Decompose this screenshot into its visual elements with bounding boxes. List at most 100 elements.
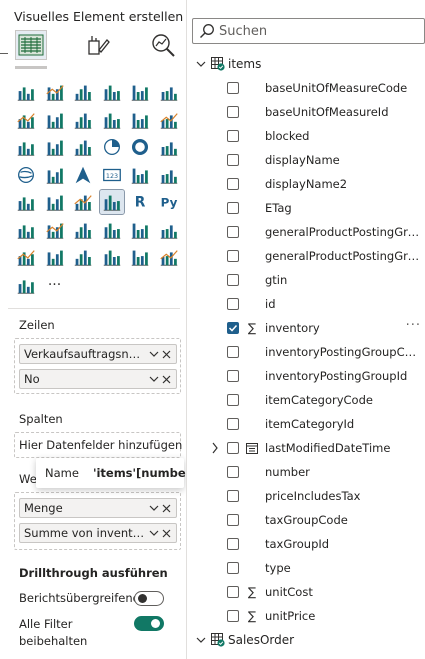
field-checkbox[interactable] [227,418,239,430]
qa-visual-icon[interactable] [71,218,95,242]
field-row[interactable]: id [187,292,425,316]
rows-well[interactable]: Verkaufsauftragsnum... No [14,338,181,394]
stacked-area-chart-icon[interactable] [71,108,95,132]
donut-chart-icon[interactable] [128,135,152,159]
chevron-down-icon[interactable] [147,499,160,517]
field-checkbox[interactable] [227,562,239,574]
field-row[interactable]: ∑ unitCost [187,580,425,604]
field-row[interactable]: gtin [187,268,425,292]
rows-field-pill-1[interactable]: Verkaufsauftragsnum... [19,344,177,364]
chevron-down-icon[interactable] [147,370,160,388]
decomposition-tree-icon[interactable] [43,218,67,242]
clustered-bar-chart-icon[interactable] [71,80,95,104]
more-visuals-icon[interactable]: ··· [43,273,67,297]
values-field-pill-1[interactable]: Menge [19,498,177,518]
kpi-icon[interactable] [157,163,181,187]
format-visual-tab[interactable] [82,30,114,60]
chevron-down-icon[interactable] [195,637,207,643]
table-icon[interactable] [71,190,95,214]
slicer-icon[interactable] [43,190,67,214]
field-checkbox[interactable] [227,298,239,310]
field-row[interactable]: blocked [187,124,425,148]
azure-map-icon[interactable] [71,163,95,187]
card-icon[interactable]: 123 [100,163,124,187]
field-checkbox[interactable] [227,610,239,622]
map-icon[interactable] [14,163,38,187]
field-row[interactable]: lastModifiedDateTime [187,436,425,460]
analytics-tab[interactable] [147,30,179,60]
field-row[interactable]: priceIncludesTax [187,484,425,508]
r-script-visual-icon[interactable]: R [128,190,152,214]
area-chart-icon[interactable] [43,108,67,132]
goals-icon[interactable] [128,218,152,242]
pie-chart-icon[interactable] [100,135,124,159]
field-checkbox[interactable] [227,346,239,358]
field-checkbox[interactable] [227,586,239,598]
key-influencers-icon[interactable] [14,218,38,242]
field-checkbox[interactable] [227,394,239,406]
values-field-pill-2[interactable]: Summe von inventory [19,523,177,543]
close-icon[interactable] [160,499,173,517]
field-row[interactable]: itemCategoryId [187,412,425,436]
field-checkbox[interactable] [227,250,239,262]
paginated-report-icon[interactable] [157,218,181,242]
field-checkbox[interactable] [227,130,239,142]
field-row[interactable]: type [187,556,425,580]
line-chart-icon[interactable] [14,108,38,132]
field-checkbox[interactable] [227,106,239,118]
chevron-down-icon[interactable] [195,61,207,67]
field-checkbox[interactable] [227,466,239,478]
table-salesorder-header[interactable]: SalesOrder [195,630,294,650]
field-row[interactable]: number [187,460,425,484]
field-checkbox[interactable] [227,322,239,334]
field-checkbox[interactable] [227,538,239,550]
power-apps-icon[interactable] [14,245,38,269]
waterfall-chart-icon[interactable] [14,135,38,159]
azure-map-layers-icon[interactable] [157,245,181,269]
field-checkbox[interactable] [227,202,239,214]
close-icon[interactable] [160,345,173,363]
field-row[interactable]: displayName2 [187,172,425,196]
keep-filters-toggle[interactable] [134,616,164,631]
field-checkbox[interactable] [227,490,239,502]
field-row[interactable]: generalProductPostingGroup... [187,244,425,268]
field-checkbox[interactable] [227,178,239,190]
gauge-icon[interactable] [14,190,38,214]
clustered-column-chart-icon[interactable] [100,80,124,104]
field-row[interactable]: ETag [187,196,425,220]
shape-icon[interactable] [100,245,124,269]
field-row[interactable]: itemCategoryCode [187,388,425,412]
field-row[interactable]: baseUnitOfMeasureCode [187,76,425,100]
chevron-down-icon[interactable] [147,345,160,363]
field-row[interactable]: taxGroupId [187,532,425,556]
100-stacked-column-chart-icon[interactable] [157,80,181,104]
stacked-column-chart-icon[interactable] [43,80,67,104]
field-row[interactable]: ∑ inventory ··· [187,316,425,340]
field-checkbox[interactable] [227,370,239,382]
smart-narrative-icon[interactable] [100,218,124,242]
line-and-column-chart-icon[interactable] [100,108,124,132]
matrix-icon[interactable] [98,189,125,215]
field-row[interactable]: inventoryPostingGroupCode [187,340,425,364]
values-well[interactable]: Menge Summe von inventory [14,492,181,550]
treemap-icon[interactable] [157,135,181,159]
field-checkbox[interactable] [227,154,239,166]
scatter-chart-icon[interactable] [71,135,95,159]
field-row[interactable]: generalProductPostingGroup... [187,220,425,244]
cross-report-toggle[interactable] [134,591,164,606]
close-icon[interactable] [160,524,173,542]
field-checkbox[interactable] [227,514,239,526]
more-options-icon[interactable]: ··· [406,318,421,333]
multi-row-card-icon[interactable] [128,163,152,187]
filled-map-icon[interactable] [43,163,67,187]
chevron-down-icon[interactable] [147,524,160,542]
field-row[interactable]: inventoryPostingGroupId [187,364,425,388]
stacked-bar-chart-icon[interactable] [14,80,38,104]
chevron-icon[interactable] [128,245,152,269]
field-row[interactable]: ∑ unitPrice [187,604,425,628]
search-box[interactable] [192,18,425,44]
rows-field-pill-2[interactable]: No [19,369,177,389]
ribbon-chart-icon[interactable] [157,108,181,132]
chevron-right-icon[interactable] [211,442,221,454]
line-and-clustered-column-chart-icon[interactable] [128,108,152,132]
